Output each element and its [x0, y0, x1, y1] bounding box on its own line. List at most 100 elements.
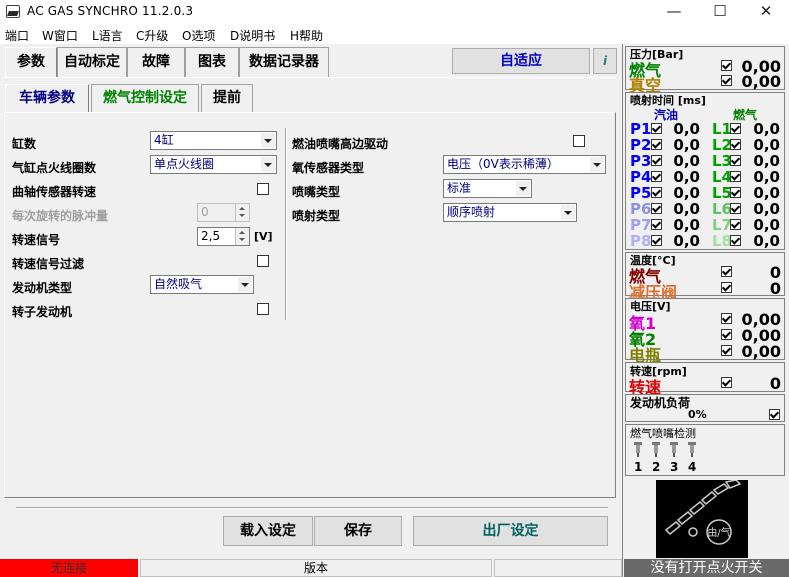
- pressure-vacuum-checkbox[interactable]: [721, 75, 732, 86]
- menu-help[interactable]: H帮助: [290, 27, 323, 44]
- menu-language[interactable]: L语言: [92, 27, 123, 44]
- chevron-down-icon: [590, 157, 604, 172]
- petrol-channel-checkbox[interactable]: [651, 187, 662, 198]
- petrol-channel-checkbox[interactable]: [651, 203, 662, 214]
- window-title: AC GAS SYNCHRO 11.2.0.3: [27, 4, 194, 18]
- gas-channel-label: L8: [712, 232, 732, 250]
- engine-type-label: 发动机类型: [12, 281, 73, 295]
- coils-label: 气缸点火线圈数: [12, 161, 97, 175]
- rpm-filter-checkbox[interactable]: [257, 255, 269, 267]
- gas-channel-checkbox[interactable]: [730, 139, 741, 150]
- tab-autocalibration[interactable]: 自动标定: [57, 47, 127, 77]
- menu-options[interactable]: O选项: [182, 27, 215, 44]
- spin-arrows-icon[interactable]: [235, 204, 249, 221]
- tab-parameters[interactable]: 参数: [5, 47, 57, 77]
- subtab-gas-control[interactable]: 燃气控制设定: [91, 84, 199, 112]
- menu-window[interactable]: W窗口: [42, 27, 78, 44]
- petrol-channel-checkbox[interactable]: [651, 219, 662, 230]
- factory-settings-button[interactable]: 出厂设定: [413, 516, 608, 546]
- rotary-engine-checkbox[interactable]: [257, 303, 269, 315]
- injector-number: 2: [652, 460, 661, 474]
- pressure-vacuum-value: 0,00: [741, 72, 781, 91]
- maximize-button[interactable]: ☐: [697, 0, 743, 24]
- engine-load-title: 发动机负荷: [630, 396, 691, 410]
- temp-gas-checkbox[interactable]: [721, 266, 732, 277]
- o2-type-label: 氧传感器类型: [292, 161, 365, 175]
- gas-channel-checkbox[interactable]: [730, 123, 741, 134]
- injector-icon[interactable]: [633, 442, 643, 458]
- temp-reducer-value: 0: [769, 279, 781, 298]
- gas-channel-checkbox[interactable]: [730, 187, 741, 198]
- subtab-vehicle-params[interactable]: 车辆参数: [5, 84, 89, 112]
- cylinders-select[interactable]: 4缸: [150, 131, 277, 150]
- menu-manual[interactable]: D说明书: [230, 27, 275, 44]
- crank-sensor-checkbox[interactable]: [257, 183, 269, 195]
- battery-value: 0,00: [741, 342, 781, 361]
- injector-type-select[interactable]: 标准: [443, 179, 532, 198]
- menu-port[interactable]: 端口: [5, 27, 29, 44]
- chevron-down-icon: [261, 133, 275, 148]
- petrol-channel-label: P8: [630, 232, 652, 250]
- ignition-key-icon: 由/气: [664, 479, 742, 545]
- petrol-channel-checkbox[interactable]: [651, 235, 662, 246]
- gas-channel-checkbox[interactable]: [730, 235, 741, 246]
- minimize-button[interactable]: —: [651, 0, 697, 24]
- petrol-channel-checkbox[interactable]: [651, 123, 662, 134]
- o2-type-select[interactable]: 电压（0V表示稀薄）: [443, 155, 606, 174]
- battery-checkbox[interactable]: [721, 345, 732, 356]
- injector-number: 3: [670, 460, 679, 474]
- tab-faults[interactable]: 故障: [127, 47, 185, 77]
- bottom-divider: [16, 507, 608, 509]
- pulses-stepper[interactable]: 0: [197, 203, 250, 222]
- engine-load-checkbox[interactable]: [769, 409, 780, 420]
- engine-type-value: 自然吸气: [154, 277, 203, 291]
- column-divider: [285, 128, 287, 320]
- coils-value: 单点火线圈: [154, 157, 215, 171]
- pressure-gas-checkbox[interactable]: [721, 60, 732, 71]
- spin-arrows-icon[interactable]: [235, 228, 249, 245]
- injector-type-value: 标准: [447, 181, 472, 195]
- injection-type-label: 喷射类型: [292, 209, 341, 223]
- petrol-channel-checkbox[interactable]: [651, 171, 662, 182]
- chevron-down-icon: [238, 277, 252, 292]
- close-button[interactable]: ✕: [743, 0, 789, 24]
- rpm-signal-stepper[interactable]: 2,5: [197, 227, 250, 246]
- o2-2-checkbox[interactable]: [721, 329, 732, 340]
- injector-number: 1: [634, 460, 643, 474]
- coils-select[interactable]: 单点火线圈: [150, 155, 277, 174]
- temp-reducer-checkbox[interactable]: [721, 282, 732, 293]
- gas-channel-checkbox[interactable]: [730, 155, 741, 166]
- petrol-channel-checkbox[interactable]: [651, 139, 662, 150]
- hi-side-label: 燃油喷嘴高边驱动: [292, 137, 389, 151]
- svg-text:由/气: 由/气: [707, 526, 730, 539]
- injector-icon[interactable]: [669, 442, 679, 458]
- save-button[interactable]: 保存: [314, 516, 402, 546]
- petrol-channel-value: 0,0: [673, 232, 700, 250]
- menu-upgrade[interactable]: C升级: [136, 27, 168, 44]
- load-settings-button[interactable]: 载入设定: [223, 516, 313, 546]
- ignition-icon-panel: 由/气: [656, 479, 748, 558]
- o2-1-checkbox[interactable]: [721, 313, 732, 324]
- tab-charts[interactable]: 图表: [185, 47, 239, 77]
- injector-icon[interactable]: [651, 442, 661, 458]
- o2-type-value: 电压（0V表示稀薄）: [447, 157, 559, 171]
- rpm-value: 0: [769, 374, 781, 393]
- gas-channel-checkbox[interactable]: [730, 203, 741, 214]
- injection-type-select[interactable]: 顺序喷射: [443, 203, 577, 222]
- gas-channel-checkbox[interactable]: [730, 171, 741, 182]
- info-icon[interactable]: i: [593, 48, 617, 74]
- rpm-checkbox[interactable]: [721, 377, 732, 388]
- tab-data-logger[interactable]: 数据记录器: [239, 47, 329, 77]
- subtab-advance[interactable]: 提前: [201, 84, 253, 112]
- pulses-value: 0: [201, 205, 209, 219]
- gas-channel-checkbox[interactable]: [730, 219, 741, 230]
- adaptive-button[interactable]: 自适应: [452, 48, 590, 74]
- hi-side-checkbox[interactable]: [573, 135, 585, 147]
- engine-type-select[interactable]: 自然吸气: [150, 275, 254, 294]
- rpm-signal-unit: [V]: [254, 230, 273, 243]
- petrol-channel-checkbox[interactable]: [651, 155, 662, 166]
- injector-icon[interactable]: [687, 442, 697, 458]
- pulses-label: 每次旋转的脉冲量: [12, 209, 109, 223]
- connection-status: 无连接: [0, 559, 138, 577]
- tab-divider: [4, 77, 616, 78]
